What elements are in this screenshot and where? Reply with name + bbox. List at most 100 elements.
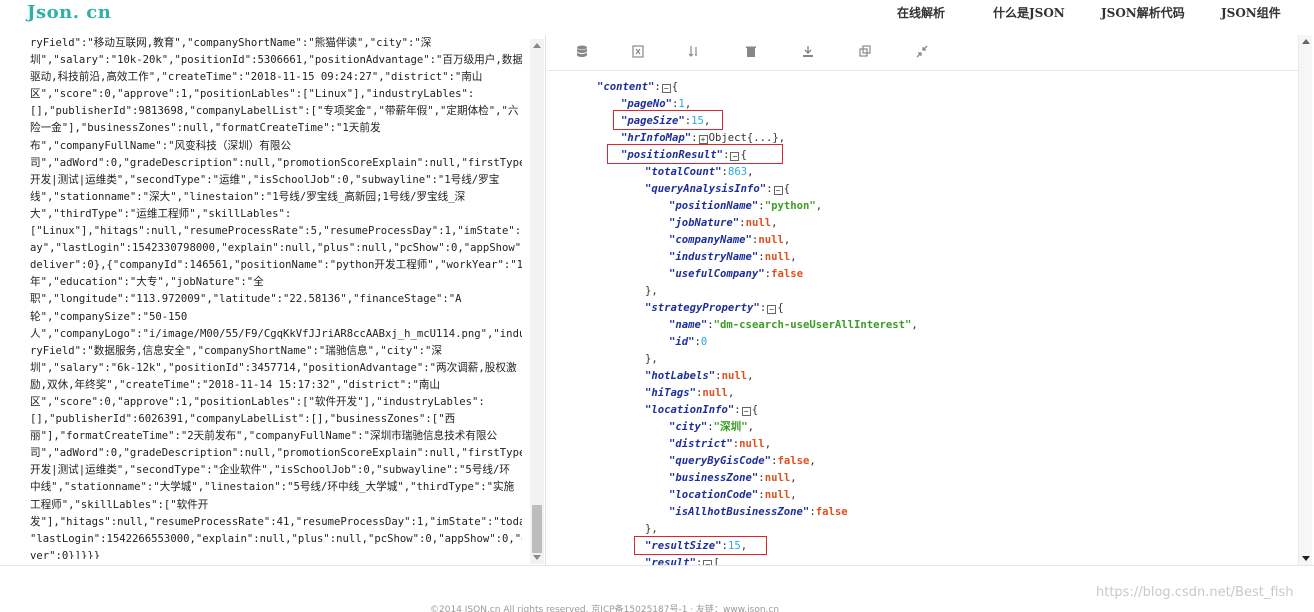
tree-comma: ,: [747, 421, 755, 433]
tree-key: "usefulCompany": [669, 268, 765, 280]
scroll-down-arrow-icon[interactable]: [533, 555, 541, 560]
tree-comma: ,: [727, 387, 735, 399]
tree-node: "queryByGisCode":false,: [669, 453, 816, 470]
tree-node: "hotLabels":null,: [645, 368, 753, 385]
collapse-toggle-icon[interactable]: −: [773, 186, 783, 195]
sort-icon[interactable]: [687, 45, 701, 59]
raw-json-line: 职","longitude":"113.972009","latitude":"…: [30, 293, 462, 306]
raw-json-line: 开发|测试|运维类","secondType":"运维","isSchoolJo…: [30, 173, 500, 186]
raw-json-line: 人","companyLogo":"i/image/M00/55/F9/CgqK…: [30, 327, 522, 340]
expand-toggle-icon[interactable]: +: [698, 135, 708, 144]
raw-json-textarea[interactable]: ryField":"移动互联网,教育","companyShortName":"…: [30, 35, 522, 559]
raw-json-line: 线","stationname":"深大","linestaion":"1号线/…: [30, 190, 466, 203]
footer-copyright: ©2014 JSON.cn All rights reserved. 京ICP备…: [430, 605, 780, 612]
tree-comma: ,: [809, 455, 816, 467]
scroll-down-arrow-icon[interactable]: [1302, 556, 1310, 561]
highlight-position-result: [607, 144, 783, 164]
tree-key: "queryAnalysisInfo": [645, 183, 767, 195]
tree-comma: ,: [778, 132, 786, 144]
tree-comma: ,: [790, 472, 797, 484]
tree-node: "result": −[: [645, 555, 720, 565]
raw-json-line: 区","score":0,"approve":1,"positionLables…: [30, 88, 475, 101]
tree-node: "hiTags":null,: [645, 385, 734, 402]
scroll-up-arrow-icon[interactable]: [533, 43, 541, 48]
tree-node: "id":0: [669, 334, 707, 351]
nav-online-parse[interactable]: 在线解析: [897, 4, 945, 21]
raw-json-line: 区","score":0,"approve":1,"positionLables…: [30, 395, 485, 408]
raw-json-scrollbar[interactable]: [530, 39, 544, 564]
collapse-toggle-icon[interactable]: −: [741, 407, 751, 416]
tree-value: false: [771, 268, 803, 280]
tree-node: "queryAnalysisInfo": −{: [645, 181, 790, 198]
tree-key: "industryName": [669, 251, 759, 263]
raw-json-line: 轮","companySize":"50-150: [30, 310, 188, 323]
nav-json-parse-code[interactable]: JSON解析代码: [1101, 4, 1185, 21]
nav-what-is-json[interactable]: 什么是JSON: [993, 4, 1065, 21]
tree-colon: :: [691, 132, 698, 144]
tree-value: "dm-csearch-useUserAllInterest": [713, 319, 912, 331]
raw-json-line: 驱动,科技前沿,高效工作","createTime":"2018-11-15 0…: [30, 71, 483, 84]
tree-scrollbar[interactable]: [1298, 35, 1312, 565]
collapse-toggle-icon[interactable]: −: [767, 305, 777, 314]
tree-node: },: [645, 283, 658, 300]
raw-json-line: deliver":0},{"companyId":146561,"positio…: [30, 259, 522, 272]
top-nav-bar: Json. cn 在线解析 什么是JSON JSON解析代码 JSON组件: [0, 0, 1314, 35]
compress-icon[interactable]: [915, 45, 929, 59]
tree-comma: ,: [790, 489, 797, 501]
tree-key: "businessZone": [669, 472, 759, 484]
tree-comma: ,: [747, 166, 754, 178]
tree-comma: ,: [771, 217, 778, 229]
tree-node: "locationCode":null,: [669, 487, 797, 504]
tree-colon: :: [696, 557, 703, 565]
raw-json-line: "lastLogin":1542266553000,"explain":null…: [30, 532, 522, 545]
tree-node: "positionName":"python",: [669, 198, 822, 215]
tree-colon: :: [734, 404, 741, 416]
tree-node: "jobNature":null,: [669, 215, 777, 232]
tree-value: null: [764, 472, 791, 484]
tree-open-brace: [: [713, 557, 720, 565]
database-icon[interactable]: [575, 45, 589, 59]
raw-json-line: 布","companyFullName":"风变科技（深圳）有限公: [30, 139, 292, 152]
tree-node: "content": −{: [597, 79, 678, 96]
tree-value: false: [777, 455, 810, 467]
site-logo[interactable]: Json. cn: [27, 2, 111, 23]
delete-icon[interactable]: [744, 45, 758, 59]
tree-value: null: [702, 387, 728, 399]
raw-json-line: [],"publisherId":9813698,"companyLabelLi…: [30, 105, 519, 118]
raw-json-line: ryField":"数据服务,信息安全","companyShortName":…: [30, 344, 442, 357]
tree-key: "totalCount": [645, 166, 722, 178]
tree-key: "locationInfo": [645, 404, 735, 416]
tree-node: "city":"深圳",: [669, 419, 754, 436]
nav-json-components[interactable]: JSON组件: [1221, 4, 1281, 21]
download-icon[interactable]: [801, 45, 815, 59]
raw-json-line: 丽"],"formatCreateTime":"2天前发布","companyF…: [30, 430, 498, 443]
tree-key: "companyName": [669, 234, 752, 246]
tree-key: "locationCode": [669, 489, 759, 501]
tree-node: "name":"dm-csearch-useUserAllInterest",: [669, 317, 918, 334]
scroll-thumb[interactable]: [532, 505, 542, 553]
raw-json-line: 司","adWord":0,"gradeDescription":null,"p…: [30, 447, 522, 460]
raw-json-line: ver":0}]}}}: [30, 549, 101, 559]
collapse-toggle-icon[interactable]: −: [661, 84, 671, 93]
highlight-result-size: [634, 536, 767, 555]
tree-value: null: [721, 370, 748, 382]
tree-key: "hiTags": [645, 387, 697, 399]
tree-collapsed-value[interactable]: Object{...}: [709, 132, 779, 144]
tree-comma: ,: [790, 251, 797, 263]
tree-value: null: [739, 438, 765, 450]
tree-open-brace: {: [671, 81, 679, 93]
tree-colon: :: [766, 183, 773, 195]
tree-open-brace: {: [751, 404, 759, 416]
tree-close-brace: },: [645, 285, 658, 297]
raw-json-line: 发"],"hitags":null,"resumeProcessRate":41…: [30, 515, 522, 528]
tree-node: "strategyProperty": −{: [645, 300, 784, 317]
raw-json-line: 中线","stationname":"大学城","linestaion":"5号…: [30, 481, 515, 494]
tree-key: "positionName": [669, 200, 759, 212]
scroll-up-arrow-icon[interactable]: [1302, 39, 1310, 44]
tree-value: "python": [764, 200, 816, 212]
format-icon[interactable]: [631, 45, 645, 59]
copy-icon[interactable]: [858, 45, 872, 59]
tree-value: null: [764, 489, 791, 501]
tree-close-brace: },: [645, 523, 658, 535]
tree-node: "businessZone":null,: [669, 470, 797, 487]
